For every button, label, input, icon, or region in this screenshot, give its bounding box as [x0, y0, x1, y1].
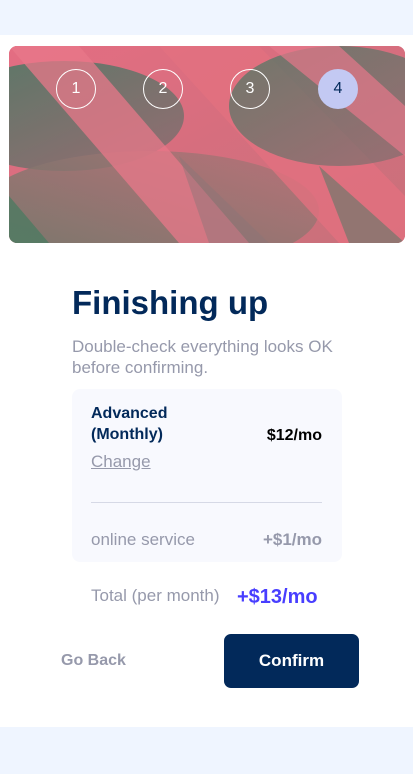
page-title: Finishing up	[72, 284, 269, 321]
step-number: 3	[245, 80, 255, 97]
step-2-indicator: 2	[143, 69, 183, 109]
step-number: 1	[71, 80, 81, 97]
step-4-indicator: 4	[318, 69, 358, 109]
addon-name: online service	[91, 530, 195, 549]
addon-price: +$1/mo	[262, 530, 322, 549]
go-back-button[interactable]: Go Back	[61, 652, 126, 670]
order-summary: Advanced (Monthly) $12/mo Change online …	[72, 389, 342, 562]
confirm-button[interactable]: Confirm	[224, 634, 359, 688]
plan-name: Advanced (Monthly)	[91, 405, 168, 443]
form-card: 1 2 3 4 Finishing up Double-check everyt…	[0, 35, 413, 727]
step-3-indicator: 3	[230, 69, 270, 109]
plan-price: $12/mo	[266, 427, 322, 444]
sidebar-banner: 1 2 3 4	[9, 46, 405, 243]
total-price: +$13/mo	[237, 586, 318, 608]
step-number: 4	[333, 80, 343, 97]
summary-divider	[91, 502, 322, 503]
change-plan-link[interactable]: Change	[91, 452, 151, 472]
step-1-indicator: 1	[56, 69, 96, 109]
page-subtitle: Double-check everything looks OK before …	[72, 337, 333, 377]
step-number: 2	[158, 80, 168, 97]
total-label: Total (per month)	[91, 586, 220, 605]
